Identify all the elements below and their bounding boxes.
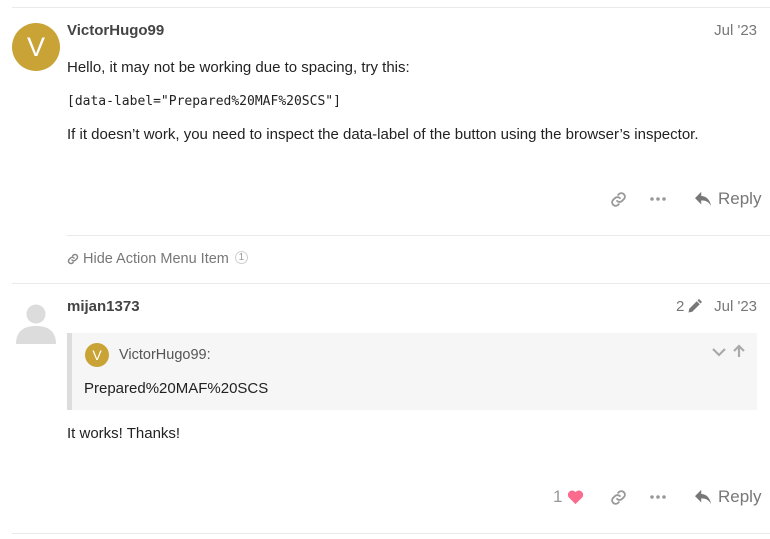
bottom-divider <box>12 533 770 534</box>
like-button[interactable]: 1 <box>553 487 584 507</box>
avatar[interactable]: V <box>12 23 60 71</box>
post-date[interactable]: Jul '23 <box>714 298 757 315</box>
linked-topic-title: Hide Action Menu Item <box>83 251 229 267</box>
like-count: 1 <box>553 487 563 506</box>
reply-icon <box>695 191 711 207</box>
post-separator <box>12 283 770 284</box>
edit-count: 2 <box>676 298 685 315</box>
reply-button[interactable]: Reply <box>694 487 761 507</box>
reply-button[interactable]: Reply <box>694 189 761 209</box>
copy-link-icon[interactable] <box>608 190 628 208</box>
post-text-intro: Hello, it may not be working due to spac… <box>67 59 410 76</box>
more-options-icon[interactable] <box>648 190 668 208</box>
more-options-icon[interactable] <box>648 488 668 506</box>
quote-username[interactable]: VictorHugo99: <box>119 347 211 363</box>
edit-history[interactable]: 2 <box>676 298 703 315</box>
post-username[interactable]: mijan1373 <box>67 298 140 315</box>
pencil-icon <box>688 299 703 313</box>
copy-link-icon[interactable] <box>608 488 628 506</box>
heart-icon <box>568 489 584 504</box>
reply-label: Reply <box>718 189 762 208</box>
quote-text: Prepared%20MAF%20SCS <box>84 380 269 397</box>
top-divider <box>12 7 770 8</box>
linked-topic[interactable]: Hide Action Menu Item 1 <box>67 250 248 267</box>
post-date[interactable]: Jul '23 <box>714 22 757 39</box>
link-icon <box>67 253 79 265</box>
post-text-outro: If it doesn’t work, you need to inspect … <box>67 126 699 143</box>
code-snippet: [data-label="Prepared%20MAF%20SCS"] <box>67 94 341 109</box>
post-username[interactable]: VictorHugo99 <box>67 22 164 39</box>
expand-quote-icon[interactable] <box>712 345 726 363</box>
reply-icon <box>695 489 711 505</box>
go-to-quoted-post-icon[interactable] <box>733 344 745 363</box>
link-click-count: 1 <box>234 250 248 264</box>
post-divider <box>67 235 770 236</box>
post-body: It works! Thanks! <box>67 425 181 442</box>
quote-avatar[interactable]: V <box>85 343 109 367</box>
quote-block: V VictorHugo99: Prepared%20MAF%20SCS <box>67 333 757 410</box>
reply-label: Reply <box>718 487 762 506</box>
default-avatar-icon[interactable] <box>12 298 60 346</box>
